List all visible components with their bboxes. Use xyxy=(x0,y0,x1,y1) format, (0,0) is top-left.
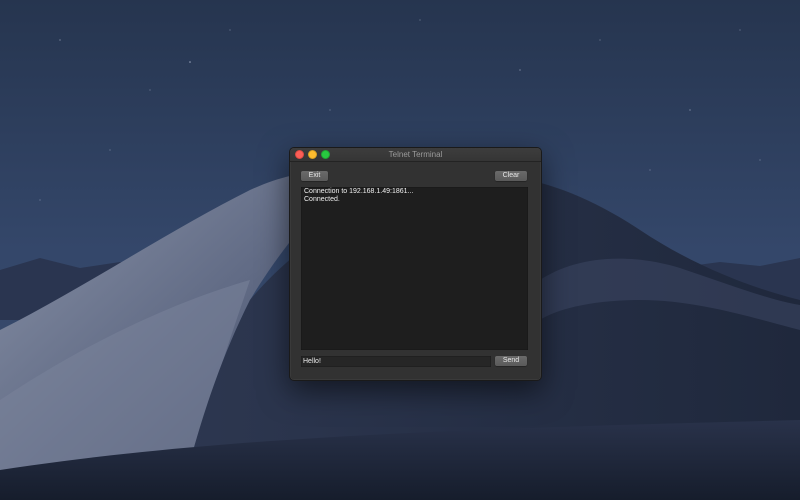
exit-button[interactable]: Exit xyxy=(301,171,328,181)
maximize-icon[interactable] xyxy=(321,150,330,159)
terminal-output[interactable]: Connection to 192.168.1.49:1861... Conne… xyxy=(301,187,528,350)
minimize-icon[interactable] xyxy=(308,150,317,159)
output-line: Connected. xyxy=(304,196,340,203)
message-input[interactable]: Hello! xyxy=(301,356,491,367)
output-line: Connection to 192.168.1.49:1861... xyxy=(304,188,414,195)
send-button[interactable]: Send xyxy=(495,356,527,366)
close-icon[interactable] xyxy=(295,150,304,159)
desktop: Telnet Terminal Exit Clear Connection to… xyxy=(0,0,800,500)
title-bar[interactable]: Telnet Terminal xyxy=(290,148,541,162)
window-controls xyxy=(295,150,330,159)
clear-button[interactable]: Clear xyxy=(495,171,527,181)
telnet-terminal-window: Telnet Terminal Exit Clear Connection to… xyxy=(289,147,542,381)
